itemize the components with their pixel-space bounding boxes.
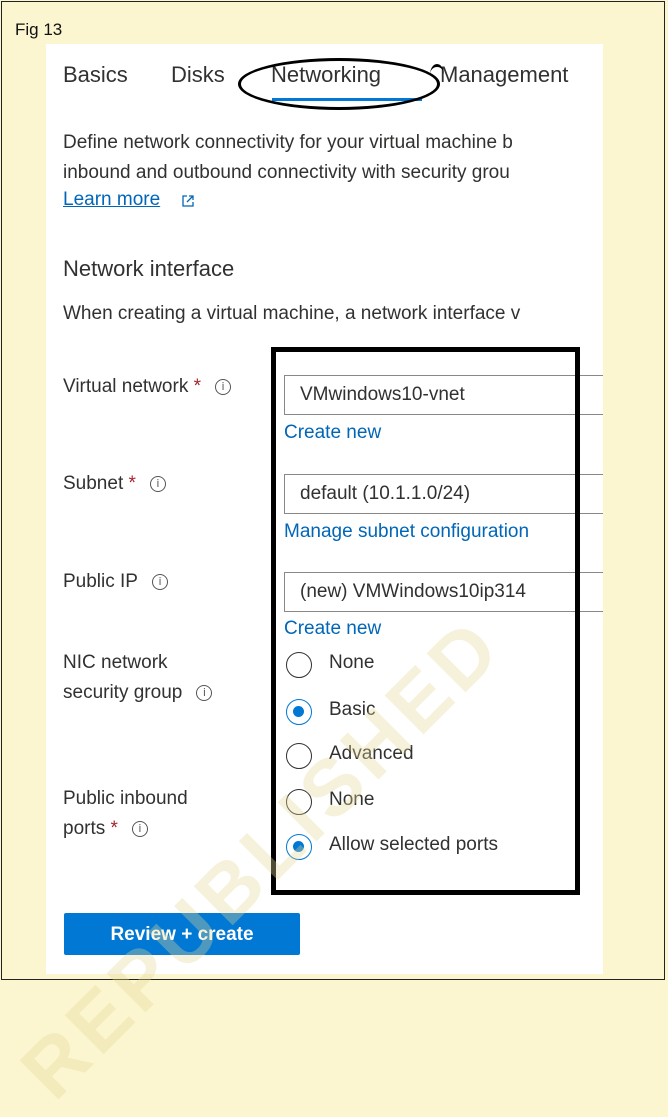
review-create-button[interactable]: Review + create bbox=[64, 913, 300, 955]
public-inbound-ports-label-line-1: Public inbound bbox=[63, 788, 188, 809]
subnet-label: Subnet * i bbox=[63, 469, 166, 499]
external-link-icon bbox=[182, 195, 194, 207]
subnet-label-text: Subnet bbox=[63, 473, 124, 494]
public-inbound-ports-label: Public inbound ports * i bbox=[63, 784, 188, 844]
info-icon[interactable]: i bbox=[215, 379, 232, 395]
info-icon[interactable]: i bbox=[196, 685, 213, 701]
learn-more-link[interactable]: Learn more bbox=[63, 189, 160, 211]
required-marker: * bbox=[128, 473, 136, 494]
nic-nsg-label: NIC network security group i bbox=[63, 648, 213, 708]
required-marker: * bbox=[193, 376, 202, 397]
nic-nsg-label-line-2: security group bbox=[63, 682, 183, 703]
annotation-ellipse bbox=[238, 58, 440, 110]
tab-management[interactable]: Management bbox=[440, 62, 568, 88]
public-ip-label: Public IP i bbox=[63, 567, 168, 597]
tab-bar: Basics Disks Networking Management bbox=[46, 44, 603, 110]
networking-description: Define network connectivity for your vir… bbox=[63, 128, 603, 188]
figure-frame: Fig 13 Basics Disks Networking Managemen… bbox=[1, 1, 665, 1115]
network-interface-description: When creating a virtual machine, a netwo… bbox=[63, 303, 521, 324]
public-ip-label-text: Public IP bbox=[63, 571, 138, 592]
info-icon[interactable]: i bbox=[151, 574, 168, 590]
description-line-1: Define network connectivity for your vir… bbox=[63, 132, 513, 153]
virtual-network-label: Virtual network * i bbox=[63, 372, 232, 402]
required-marker: * bbox=[110, 818, 118, 839]
description-line-2: inbound and outbound connectivity with s… bbox=[63, 162, 510, 183]
network-interface-title: Network interface bbox=[63, 256, 235, 281]
networking-panel: Basics Disks Networking Management Defin… bbox=[46, 44, 603, 974]
public-inbound-ports-label-line-2: ports bbox=[63, 818, 106, 839]
figure-label: Fig 13 bbox=[15, 20, 63, 39]
info-icon[interactable]: i bbox=[149, 476, 166, 492]
virtual-network-label-text: Virtual network bbox=[63, 376, 189, 397]
nic-nsg-label-line-1: NIC network bbox=[63, 652, 168, 673]
info-icon[interactable]: i bbox=[131, 821, 148, 837]
tab-disks[interactable]: Disks bbox=[171, 62, 225, 88]
annotation-ellipse-tail bbox=[430, 64, 444, 85]
annotation-highlight-box bbox=[271, 347, 580, 895]
tab-basics[interactable]: Basics bbox=[63, 62, 128, 88]
